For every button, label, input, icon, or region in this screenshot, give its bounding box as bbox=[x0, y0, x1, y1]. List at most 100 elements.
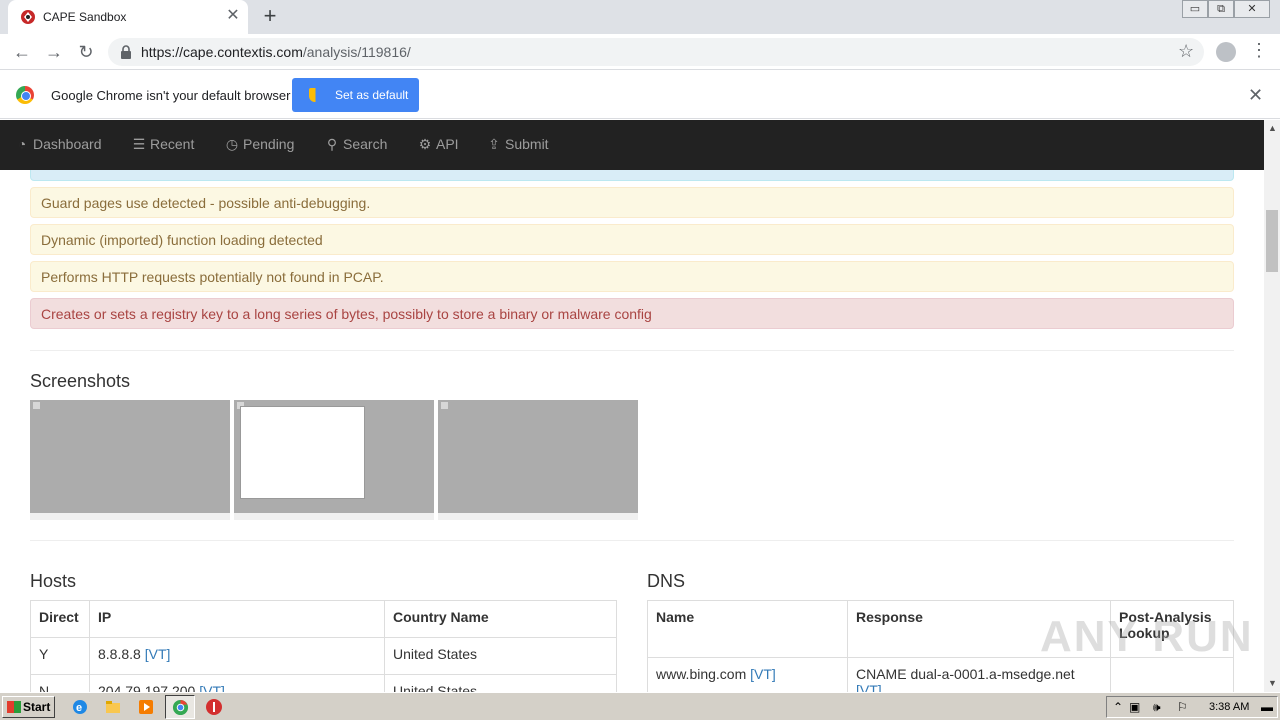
show-desktop-icon[interactable]: ▬ bbox=[1261, 700, 1273, 714]
table-row: Y 8.8.8.8 [VT] United States bbox=[30, 637, 617, 675]
default-browser-infobar: Google Chrome isn't your default browser… bbox=[0, 71, 1280, 119]
internet-explorer-icon[interactable]: e bbox=[71, 698, 89, 716]
nav-submit[interactable]: ⇪ Submit bbox=[487, 136, 549, 153]
clock-icon: ◷ bbox=[225, 136, 239, 152]
tab-strip: CAPE Sandbox ✕ + ▭ ⧉ ✕ bbox=[0, 0, 1280, 34]
set-as-default-button[interactable]: Set as default bbox=[292, 78, 419, 112]
screenshot-thumbnail[interactable] bbox=[30, 400, 230, 520]
reload-icon[interactable]: ↻ bbox=[74, 40, 98, 64]
nav-pending[interactable]: ◷ Pending bbox=[225, 136, 295, 153]
scrollbar-thumb[interactable] bbox=[1266, 210, 1278, 272]
browser-toolbar: ← → ↻ https://cape.contextis.com/analysi… bbox=[0, 34, 1280, 70]
file-explorer-icon[interactable] bbox=[104, 698, 122, 716]
nav-recent[interactable]: ☰ Recent bbox=[132, 136, 195, 153]
start-label: Start bbox=[23, 700, 51, 714]
country-cell: United States bbox=[384, 674, 617, 692]
network-icon[interactable]: ▣ bbox=[1129, 700, 1140, 714]
scroll-down-arrow-icon[interactable]: ▼ bbox=[1268, 678, 1277, 688]
thumbnail-taskbar bbox=[30, 513, 230, 520]
restore-button[interactable]: ⧉ bbox=[1208, 0, 1234, 18]
minimize-button[interactable]: ▭ bbox=[1182, 0, 1208, 18]
vt-link[interactable]: [VT] bbox=[750, 666, 776, 682]
start-button[interactable]: Start bbox=[2, 696, 55, 718]
screenshots-heading: Screenshots bbox=[30, 371, 131, 391]
stop-app-icon[interactable] bbox=[205, 698, 223, 716]
direct-cell: Y bbox=[30, 637, 90, 675]
column-header: Country Name bbox=[384, 600, 617, 638]
dns-heading: DNS bbox=[647, 571, 686, 591]
chrome-taskbar-button[interactable] bbox=[165, 695, 195, 719]
chrome-menu-icon[interactable]: ⋮ bbox=[1250, 40, 1268, 61]
vertical-scrollbar[interactable]: ▲ ▼ bbox=[1264, 120, 1280, 692]
action-center-flag-icon[interactable]: ⚐ bbox=[1177, 700, 1188, 714]
signature-alert: Performs HTTP requests potentially not f… bbox=[30, 261, 1234, 292]
vt-link[interactable]: [VT] bbox=[145, 646, 171, 662]
tab-cape-sandbox[interactable]: CAPE Sandbox ✕ bbox=[8, 0, 248, 34]
ip-value: 204.79.197.200 bbox=[98, 683, 196, 692]
dns-response-value: CNAME dual-a-0001.a-msedge.net bbox=[856, 666, 1075, 682]
page-viewport: ◔ Dashboard ☰ Recent ◷ Pending ⚲ Search ⚙ API… bbox=[0, 120, 1264, 692]
nav-recent-label: Recent bbox=[150, 136, 195, 152]
column-header: Name bbox=[647, 600, 848, 658]
tray-expand-icon[interactable]: ⌃ bbox=[1113, 700, 1123, 714]
vt-link[interactable]: [VT] bbox=[199, 683, 225, 692]
nav-api[interactable]: ⚙ API bbox=[418, 136, 459, 153]
new-tab-button[interactable]: + bbox=[258, 5, 282, 29]
windows-taskbar: Start e ⌃ ▣ 🕪 ⚐ 3:38 AM ▬ bbox=[0, 692, 1280, 720]
section-divider bbox=[30, 350, 1234, 351]
lock-icon bbox=[121, 45, 131, 59]
top-navbar: ◔ Dashboard ☰ Recent ◷ Pending ⚲ Search ⚙ API… bbox=[0, 120, 1264, 170]
thumbnail-window bbox=[240, 406, 365, 499]
close-window-button[interactable]: ✕ bbox=[1234, 0, 1270, 18]
direct-cell: N bbox=[30, 674, 90, 692]
ip-cell: 204.79.197.200 [VT] bbox=[89, 674, 385, 692]
tab-close-icon[interactable]: ✕ bbox=[224, 7, 242, 25]
nav-search-label: Search bbox=[343, 136, 388, 152]
address-bar[interactable]: https://cape.contextis.com/analysis/1198… bbox=[108, 38, 1204, 66]
nav-pending-label: Pending bbox=[243, 136, 295, 152]
table-row: www.bing.com [VT] CNAME dual-a-0001.a-ms… bbox=[647, 657, 1234, 692]
signature-alert: Guard pages use detected - possible anti… bbox=[30, 187, 1234, 218]
section-divider bbox=[30, 540, 1234, 541]
list-icon: ☰ bbox=[132, 136, 146, 152]
table-row: N 204.79.197.200 [VT] United States bbox=[30, 674, 617, 692]
nav-api-label: API bbox=[436, 136, 459, 152]
dns-lookup-cell bbox=[1110, 657, 1234, 692]
screenshot-thumbnail[interactable] bbox=[438, 400, 638, 520]
dns-name-cell: www.bing.com [VT] bbox=[647, 657, 848, 692]
vt-link[interactable]: [VT] bbox=[856, 682, 882, 692]
infobar-close-icon[interactable]: ✕ bbox=[1248, 85, 1263, 106]
nav-submit-label: Submit bbox=[505, 136, 549, 152]
nav-dashboard[interactable]: ◔ Dashboard bbox=[15, 136, 102, 152]
scroll-up-arrow-icon[interactable]: ▲ bbox=[1268, 123, 1277, 133]
thumbnail-taskbar bbox=[234, 513, 434, 520]
profile-avatar-icon[interactable] bbox=[1216, 42, 1236, 62]
back-arrow-icon[interactable]: ← bbox=[10, 40, 34, 64]
country-cell: United States bbox=[384, 637, 617, 675]
thumbnail-taskbar bbox=[438, 513, 638, 520]
column-header: Direct bbox=[30, 600, 90, 638]
bookmark-star-icon[interactable]: ☆ bbox=[1178, 41, 1194, 62]
media-player-icon[interactable] bbox=[137, 698, 155, 716]
nav-search[interactable]: ⚲ Search bbox=[325, 136, 388, 153]
column-header: IP bbox=[89, 600, 385, 638]
url-path: /analysis/119816/ bbox=[302, 44, 411, 60]
set-as-default-label: Set as default bbox=[335, 88, 409, 102]
hosts-table: Direct IP Country Name Y 8.8.8.8 [VT] Un… bbox=[30, 600, 617, 692]
forward-arrow-icon[interactable]: → bbox=[42, 40, 66, 64]
nav-dashboard-label: Dashboard bbox=[33, 136, 102, 152]
screenshot-thumbnail[interactable] bbox=[234, 400, 434, 520]
signature-alert: Creates or sets a registry key to a long… bbox=[30, 298, 1234, 329]
uac-shield-icon bbox=[309, 88, 322, 102]
desktop-icon bbox=[33, 402, 40, 409]
table-header-row: Direct IP Country Name bbox=[30, 600, 617, 638]
url-text: https://cape.contextis.com/analysis/1198… bbox=[141, 44, 411, 60]
ip-cell: 8.8.8.8 [VT] bbox=[89, 637, 385, 675]
upload-icon: ⇪ bbox=[488, 136, 500, 152]
chrome-icon bbox=[172, 699, 189, 716]
signature-alert: Dynamic (imported) function loading dete… bbox=[30, 224, 1234, 255]
svg-text:e: e bbox=[76, 702, 82, 714]
volume-icon[interactable]: 🕪 bbox=[1153, 700, 1161, 715]
chrome-logo-icon bbox=[16, 86, 34, 104]
taskbar-clock[interactable]: 3:38 AM bbox=[1209, 701, 1249, 713]
